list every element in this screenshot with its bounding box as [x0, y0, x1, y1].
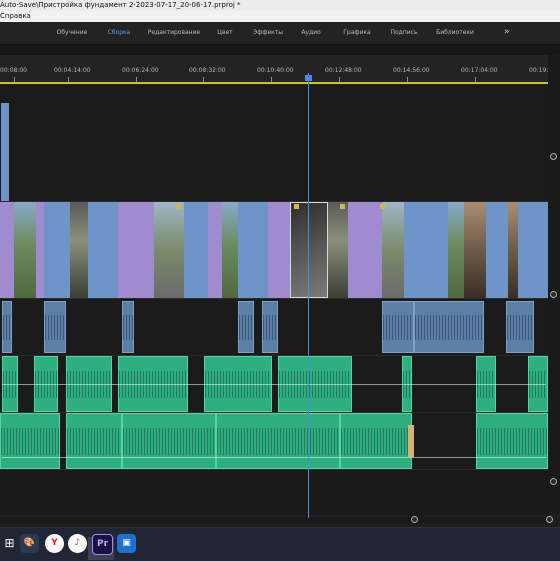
- playhead-line[interactable]: [308, 73, 309, 518]
- audio-clip[interactable]: [414, 301, 484, 353]
- ruler-timecode: 00:08:00: [0, 67, 27, 74]
- ruler-timecode: 00:12:48:00: [325, 67, 362, 74]
- fx-badge: [380, 204, 385, 209]
- audio-clip[interactable]: [238, 301, 254, 353]
- video-clip[interactable]: [44, 202, 70, 298]
- audio-clip[interactable]: [2, 301, 12, 353]
- zoom-handle[interactable]: [411, 516, 418, 523]
- video-clip[interactable]: [0, 202, 14, 298]
- windows-start-icon[interactable]: ⊞: [0, 534, 19, 553]
- ruler-timecode: 00:17:04:00: [461, 67, 498, 74]
- fx-badge: [294, 204, 299, 209]
- ruler-timecode: 00:04:14:00: [54, 67, 91, 74]
- transition-marker[interactable]: [408, 425, 414, 457]
- audio-clip[interactable]: [506, 301, 534, 353]
- video-clip[interactable]: [448, 202, 464, 298]
- video-clip[interactable]: [486, 202, 508, 298]
- photos-app-icon[interactable]: ▣: [117, 534, 136, 553]
- vertical-scrollbar[interactable]: [548, 55, 560, 515]
- volume-line[interactable]: [2, 457, 546, 458]
- itunes-icon[interactable]: ♪: [68, 534, 87, 553]
- video-clip[interactable]: [14, 202, 36, 298]
- ruler-timecode: 00:08:32:00: [189, 67, 226, 74]
- paint-icon[interactable]: 🎨: [20, 534, 39, 553]
- workspace-bar: Обучение Сборка Редактирование Цвет Эффе…: [0, 22, 560, 45]
- tab-editing[interactable]: Редактирование: [146, 22, 202, 44]
- video-clip[interactable]: [184, 202, 208, 298]
- audio-clip[interactable]: [476, 413, 548, 469]
- tab-libraries[interactable]: Библиотеки: [434, 22, 476, 44]
- video-clip[interactable]: [70, 202, 88, 298]
- audio-clip[interactable]: [216, 413, 340, 469]
- panel-divider[interactable]: [0, 45, 560, 55]
- audio-clip[interactable]: [122, 301, 134, 353]
- yandex-browser-icon[interactable]: Y: [45, 534, 64, 553]
- video-clip-selected[interactable]: [290, 202, 328, 298]
- audio-clip[interactable]: [382, 301, 414, 353]
- scrollbar-handle[interactable]: [550, 153, 557, 160]
- video-clip[interactable]: [328, 202, 348, 298]
- audio-clip[interactable]: [262, 301, 278, 353]
- video-clip[interactable]: [238, 202, 268, 298]
- premiere-pro-icon[interactable]: Pr: [92, 534, 113, 555]
- video-clip[interactable]: [518, 202, 548, 298]
- timeline-panel[interactable]: 00:08:00 00:04:14:00 00:06:24:00 00:08:3…: [0, 55, 560, 527]
- menu-bar: Справка: [0, 11, 560, 22]
- video-track-v1[interactable]: [0, 202, 548, 298]
- video-clip[interactable]: [222, 202, 238, 298]
- more-workspaces-button[interactable]: »: [504, 27, 510, 37]
- video-clip[interactable]: [1, 103, 9, 201]
- video-track-v2[interactable]: [0, 85, 548, 201]
- tab-learning[interactable]: Обучение: [52, 22, 92, 44]
- zoom-handle[interactable]: [546, 516, 553, 523]
- time-ruler[interactable]: 00:08:00 00:04:14:00 00:06:24:00 00:08:3…: [0, 55, 556, 85]
- horizontal-scrollbar[interactable]: [0, 517, 548, 523]
- playhead[interactable]: [305, 75, 312, 81]
- video-clip[interactable]: [208, 202, 222, 298]
- ruler-timecode: 00:10:40:00: [257, 67, 294, 74]
- audio-track-a3[interactable]: [0, 413, 548, 469]
- scrollbar-handle[interactable]: [550, 478, 557, 485]
- work-area-bar[interactable]: [0, 82, 548, 84]
- video-clip[interactable]: [464, 202, 486, 298]
- audio-clip[interactable]: [66, 413, 122, 469]
- video-clip[interactable]: [154, 202, 184, 298]
- volume-line[interactable]: [2, 384, 546, 385]
- tab-audio[interactable]: Аудио: [298, 22, 324, 44]
- tab-color[interactable]: Цвет: [214, 22, 236, 44]
- video-clip[interactable]: [382, 202, 404, 298]
- empty-track-area[interactable]: [0, 470, 548, 515]
- video-clip[interactable]: [118, 202, 154, 298]
- video-clip[interactable]: [508, 202, 518, 298]
- tab-graphics[interactable]: Графика: [340, 22, 374, 44]
- fx-badge: [176, 204, 181, 209]
- audio-clip[interactable]: [44, 301, 66, 353]
- video-clip[interactable]: [348, 202, 382, 298]
- audio-clip[interactable]: [340, 413, 412, 469]
- audio-clip[interactable]: [122, 413, 216, 469]
- ruler-timecode: 00:06:24:00: [122, 67, 159, 74]
- video-clip[interactable]: [36, 202, 44, 298]
- tab-effects[interactable]: Эффекты: [250, 22, 286, 44]
- video-clip[interactable]: [404, 202, 448, 298]
- scrollbar-handle[interactable]: [550, 291, 557, 298]
- ruler-timecode: 00:14:56:00: [393, 67, 430, 74]
- audio-track-a1[interactable]: [0, 299, 548, 355]
- window-title-bar: Auto-Save\Пристройка фундамент 2-2023-07…: [0, 0, 560, 11]
- tab-captions[interactable]: Подпись: [388, 22, 420, 44]
- tab-assembly[interactable]: Сборка: [104, 22, 134, 44]
- window-title: Auto-Save\Пристройка фундамент 2-2023-07…: [0, 1, 241, 9]
- video-clip[interactable]: [268, 202, 290, 298]
- audio-clip[interactable]: [0, 413, 60, 469]
- menu-item-help[interactable]: Справка: [0, 12, 31, 20]
- video-clip[interactable]: [88, 202, 118, 298]
- fx-badge: [340, 204, 345, 209]
- audio-track-a2[interactable]: [0, 356, 548, 412]
